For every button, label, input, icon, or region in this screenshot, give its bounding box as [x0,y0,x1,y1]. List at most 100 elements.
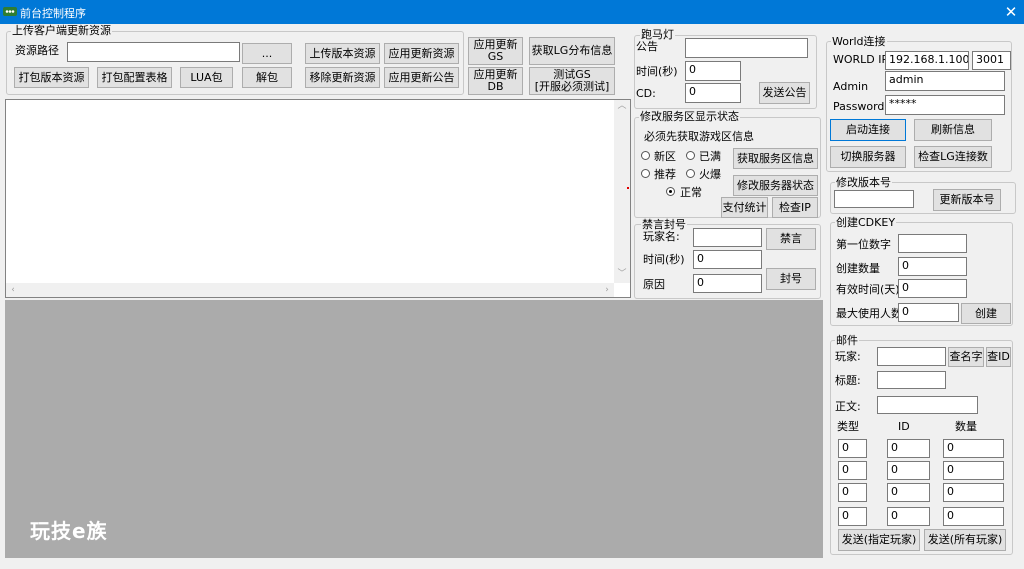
item-id-input[interactable]: 0 [887,483,930,502]
item-type-input[interactable]: 0 [838,483,867,502]
ban-player-label: 玩家名: [643,230,680,243]
radio-recommend[interactable] [641,169,650,178]
radio-hot[interactable] [686,169,695,178]
world-port-input[interactable]: 3001 [972,51,1011,70]
send-to-player-button[interactable]: 发送(指定玩家) [838,529,920,551]
browse-button[interactable]: ... [242,43,292,64]
valid-days-input[interactable]: 0 [898,279,967,298]
server-status-hint: 必须先获取游戏区信息 [644,130,754,143]
unpack-button[interactable]: 解包 [242,67,292,88]
radio-normal-label: 正常 [680,186,702,199]
mail-title-input[interactable] [877,371,946,389]
item-type-input[interactable]: 0 [838,439,867,458]
notice-label: 公告 [636,40,658,53]
pay-stats-button[interactable]: 支付统计 [721,197,768,218]
col-type-header: 类型 [837,420,859,433]
vertical-scrollbar[interactable] [614,100,630,283]
update-version-button[interactable]: 更新版本号 [933,189,1001,211]
title-bar: 前台控制程序 ✕ [0,0,1024,24]
version-group-label: 修改版本号 [835,176,892,189]
horizontal-scrollbar[interactable] [6,283,614,297]
apply-db-button[interactable]: 应用更新 DB [468,67,523,95]
radio-hot-label: 火爆 [699,168,721,181]
get-lg-button[interactable]: 获取LG分布信息 [529,37,615,65]
item-qty-input[interactable]: 0 [943,507,1004,526]
ban-time-input[interactable]: 0 [693,250,762,269]
col-qty-header: 数量 [955,420,977,433]
check-lg-connections-button[interactable]: 检查LG连接数 [914,146,992,168]
password-input[interactable]: ***** [885,95,1005,115]
mail-body-input[interactable] [877,396,978,414]
marquee-time-input[interactable]: 0 [685,61,741,81]
world-ip-input[interactable]: 192.168.1.100 [885,51,969,70]
apply-notice-button[interactable]: 应用更新公告 [384,67,459,88]
close-icon[interactable]: ✕ [1000,1,1022,23]
create-cdkey-button[interactable]: 创建 [961,303,1011,324]
radio-full[interactable] [686,151,695,160]
cd-input[interactable]: 0 [685,83,741,103]
radio-recommend-label: 推荐 [654,168,676,181]
admin-input[interactable]: admin [885,71,1005,91]
first-digit-input[interactable] [898,234,967,253]
log-textarea[interactable] [5,99,631,298]
scroll-right-icon[interactable]: › [600,284,614,296]
max-users-input[interactable]: 0 [898,303,959,322]
scroll-up-icon[interactable]: ︿ [614,100,630,112]
scroll-down-icon[interactable]: ﹀ [614,268,630,280]
find-name-button[interactable]: 查名字 [948,347,984,367]
notice-input[interactable] [685,38,808,58]
world-ip-label: WORLD IP [833,53,889,66]
server-status-label: 修改服务区显示状态 [639,110,740,123]
radio-new[interactable] [641,151,650,160]
col-id-header: ID [898,420,910,433]
reason-label: 原因 [643,278,665,291]
max-users-label: 最大使用人数 [836,307,902,320]
radio-normal[interactable] [666,187,675,196]
item-qty-input[interactable]: 0 [943,483,1004,502]
ban-button[interactable]: 封号 [766,268,816,290]
send-notice-button[interactable]: 发送公告 [759,82,810,104]
modify-server-status-button[interactable]: 修改服务器状态 [733,175,818,196]
preview-panel [5,300,823,558]
apply-update-button[interactable]: 应用更新资源 [384,43,459,64]
item-type-input[interactable]: 0 [838,507,867,526]
test-gs-button[interactable]: 测试GS [开服必须测试] [529,67,615,95]
reason-input[interactable]: 0 [693,274,762,293]
marquee-time-label: 时间(秒) [636,65,678,78]
item-id-input[interactable]: 0 [887,507,930,526]
upload-group-label: 上传客户端更新资源 [11,24,112,37]
first-digit-label: 第一位数字 [836,238,891,251]
lua-pack-button[interactable]: LUA包 [180,67,233,88]
radio-new-label: 新区 [654,150,676,163]
radio-full-label: 已满 [699,150,721,163]
get-server-info-button[interactable]: 获取服务区信息 [733,148,818,169]
apply-gs-button[interactable]: 应用更新 GS [468,37,523,65]
valid-days-label: 有效时间(天) [836,283,900,296]
start-connection-button[interactable]: 启动连接 [830,119,906,141]
version-input[interactable] [834,190,914,208]
mute-button[interactable]: 禁言 [766,228,816,250]
item-id-input[interactable]: 0 [887,439,930,458]
remove-update-button[interactable]: 移除更新资源 [305,67,380,88]
scroll-left-icon[interactable]: ‹ [6,284,20,296]
cd-label: CD: [636,87,656,100]
create-count-input[interactable]: 0 [898,257,967,276]
pack-version-button[interactable]: 打包版本资源 [14,67,89,88]
path-input[interactable] [67,42,240,62]
mail-player-label: 玩家: [835,350,861,363]
item-qty-input[interactable]: 0 [943,461,1004,480]
item-qty-input[interactable]: 0 [943,439,1004,458]
upload-version-button[interactable]: 上传版本资源 [305,43,380,64]
refresh-info-button[interactable]: 刷新信息 [914,119,992,141]
ban-player-input[interactable] [693,228,762,247]
pack-config-button[interactable]: 打包配置表格 [97,67,172,88]
find-id-button[interactable]: 查ID [986,347,1011,367]
admin-label: Admin [833,80,869,93]
item-id-input[interactable]: 0 [887,461,930,480]
send-to-all-button[interactable]: 发送(所有玩家) [924,529,1006,551]
switch-server-button[interactable]: 切换服务器 [830,146,906,168]
item-type-input[interactable]: 0 [838,461,867,480]
mail-player-input[interactable] [877,347,946,366]
brand-logo: 玩技e族 [30,519,108,543]
check-ip-button[interactable]: 检查IP [772,197,818,218]
